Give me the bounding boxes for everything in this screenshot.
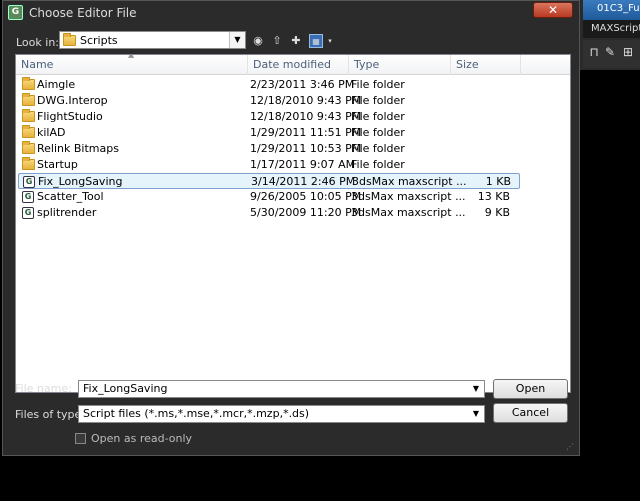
column-date[interactable]: Date modified — [248, 55, 349, 75]
app-icon: G — [8, 5, 23, 20]
file-name: Scatter_Tool — [37, 190, 104, 203]
back-icon[interactable]: ◉ — [251, 34, 265, 48]
title-bar[interactable]: G Choose Editor File ✕ — [3, 1, 579, 25]
dialog-body: Look in: Scripts ▼ ◉ ⇧ ✚ ▦ ▾ Name ▲ Date… — [8, 26, 575, 452]
look-in-label: Look in: — [16, 36, 59, 49]
file-date: 1/29/2011 11:51 PM — [250, 126, 362, 139]
folder-icon — [22, 109, 35, 122]
folder-icon — [22, 93, 35, 106]
tool-icon-1[interactable]: ⊓ — [587, 45, 601, 63]
file-date: 12/18/2010 9:43 PM — [250, 94, 362, 107]
file-date: 1/29/2011 10:53 PM — [250, 142, 362, 155]
folder-icon — [22, 77, 35, 90]
file-type: 3dsMax maxscript ... — [351, 206, 466, 219]
file-row[interactable]: G Scatter_Tool 9/26/2005 10:05 PM 3dsMax ma… — [18, 189, 520, 205]
dialog-title: Choose Editor File — [29, 6, 137, 20]
file-type: 3dsMax maxscript ... — [351, 190, 466, 203]
file-type: File folder — [351, 142, 405, 155]
file-date: 2/23/2011 3:46 PM — [250, 78, 355, 91]
file-row[interactable]: Relink Bitmaps 1/29/2011 10:53 PM File fol… — [18, 141, 520, 157]
tool-icon-2[interactable]: ✎ — [603, 45, 617, 63]
folder-icon — [22, 157, 35, 170]
background-toolbar: ⊓ ✎ ⊞ — [583, 40, 640, 68]
file-size: 9 KB — [484, 206, 510, 219]
file-date: 1/17/2011 9:07 AM — [250, 158, 356, 171]
file-row[interactable]: kilAD 1/29/2011 11:51 PM File folder — [18, 125, 520, 141]
file-type: File folder — [351, 126, 405, 139]
file-name: DWG.Interop — [37, 94, 108, 107]
file-date: 5/30/2009 11:20 PM — [250, 206, 362, 219]
file-type: 3dsMax maxscript ... — [352, 175, 467, 188]
file-size: 13 KB — [477, 190, 510, 203]
file-type: File folder — [351, 110, 405, 123]
file-date: 12/18/2010 9:43 PM — [250, 110, 362, 123]
file-row[interactable]: Startup 1/17/2011 9:07 AM File folder — [18, 157, 520, 173]
column-size[interactable]: Size — [451, 55, 521, 75]
file-name-label: File name: — [15, 382, 72, 395]
file-row[interactable]: Gsplitrender 5/30/2009 11:20 PM 3dsMax max… — [18, 205, 520, 221]
script-icon: G — [22, 207, 34, 219]
sort-ascending-icon: ▲ — [128, 54, 135, 59]
file-name-value: Fix_LongSaving — [83, 382, 168, 395]
view-menu-icon[interactable]: ▦ — [309, 34, 323, 48]
cancel-button[interactable]: Cancel — [493, 403, 568, 423]
files-of-type-select[interactable]: Script files (*.ms,*.mse,*.mcr,*.mzp,*.d… — [78, 405, 485, 423]
background-tab[interactable]: 01C3_Fur — [583, 0, 640, 20]
look-in-value: Scripts — [80, 34, 118, 47]
file-name: Relink Bitmaps — [37, 142, 119, 155]
read-only-checkbox[interactable] — [75, 433, 86, 444]
file-name: Fix_LongSaving — [38, 175, 123, 188]
file-name: Aimgle — [37, 78, 76, 91]
file-type: File folder — [351, 158, 405, 171]
choose-editor-file-dialog: G Choose Editor File ✕ Look in: Scripts … — [2, 0, 580, 456]
file-type: File folder — [351, 78, 405, 91]
folder-icon — [22, 125, 35, 138]
script-icon: G — [23, 176, 35, 188]
resize-grip-icon[interactable]: ⋰ — [566, 442, 574, 451]
file-date: 3/14/2011 2:46 PM — [251, 175, 356, 188]
file-type: File folder — [351, 94, 405, 107]
file-row[interactable]: DWG.Interop 12/18/2010 9:43 PM File folder — [18, 93, 520, 109]
open-button[interactable]: Open — [493, 379, 568, 399]
read-only-label: Open as read-only — [91, 432, 193, 445]
file-date: 9/26/2005 10:05 PM — [250, 190, 362, 203]
tool-icon-3[interactable]: ⊞ — [621, 45, 635, 63]
script-icon: G — [22, 191, 34, 203]
file-name: Startup — [37, 158, 78, 171]
column-type[interactable]: Type — [349, 55, 451, 75]
maxscript-title: MAXScript — [583, 20, 640, 38]
file-name: splitrender — [37, 206, 97, 219]
file-list[interactable]: Name ▲ Date modified Type Size Aimgle 2/2… — [15, 54, 571, 393]
folder-icon — [63, 33, 76, 46]
file-size: 1 KB — [485, 175, 511, 188]
files-of-type-label: Files of type: — [15, 408, 86, 421]
files-of-type-value: Script files (*.ms,*.mse,*.mcr,*.mzp,*.d… — [83, 407, 310, 420]
chevron-down-icon[interactable]: ▼ — [468, 381, 484, 397]
new-folder-icon[interactable]: ✚ — [289, 34, 303, 48]
folder-icon — [22, 141, 35, 154]
chevron-down-icon[interactable]: ▼ — [468, 406, 484, 422]
look-in-combo[interactable]: Scripts ▼ — [59, 31, 246, 49]
file-row[interactable]: FlightStudio 12/18/2010 9:43 PM File folde… — [18, 109, 520, 125]
close-button[interactable]: ✕ — [533, 2, 573, 18]
file-name: kilAD — [37, 126, 66, 139]
file-row[interactable]: Aimgle 2/23/2011 3:46 PM File folder — [18, 77, 520, 93]
chevron-down-icon[interactable]: ▼ — [229, 32, 245, 48]
view-dropdown-icon[interactable]: ▾ — [323, 34, 337, 48]
column-header: Name ▲ Date modified Type Size — [16, 55, 570, 75]
file-name-input[interactable]: Fix_LongSaving ▼ — [78, 380, 485, 398]
file-row[interactable]: G Fix_LongSaving 3/14/2011 2:46 PM 3dsMax m… — [18, 173, 520, 189]
file-name: FlightStudio — [37, 110, 103, 123]
up-folder-icon[interactable]: ⇧ — [270, 34, 284, 48]
